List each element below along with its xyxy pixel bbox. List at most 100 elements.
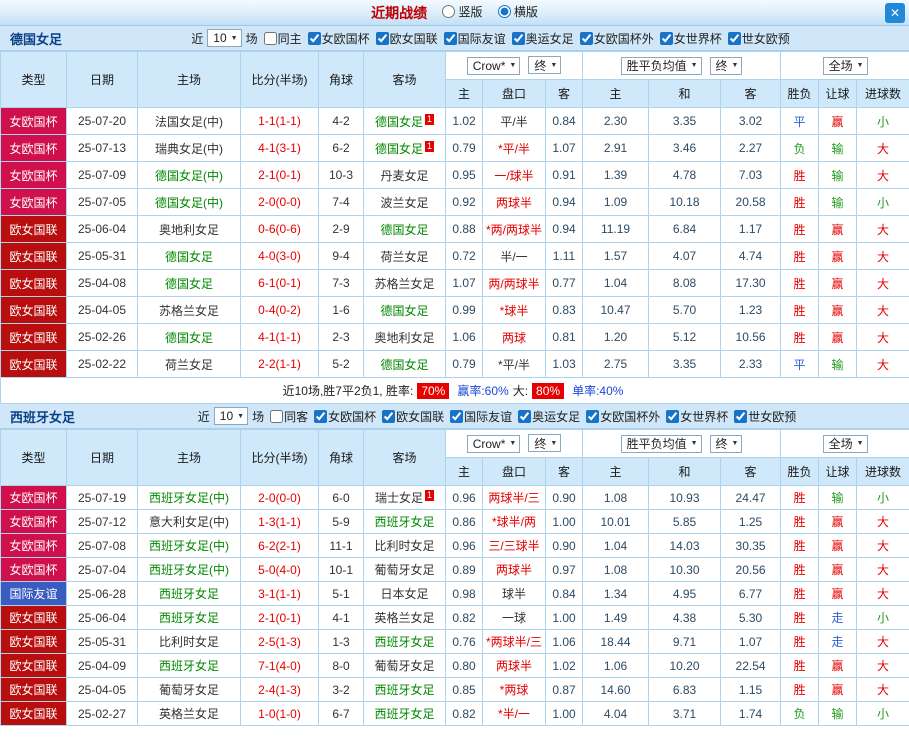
odds-away: 5.30 (720, 605, 782, 630)
away-team: 葡萄牙女足 (363, 653, 446, 678)
odds-home: 1.08 (582, 485, 650, 510)
filter-competition[interactable]: 欧女国联 (370, 30, 438, 47)
filter-same-venue-label: 同主 (277, 31, 302, 46)
result-wdl: 胜 (780, 323, 820, 351)
col-header: 客场 (363, 429, 446, 486)
result-goals: 小 (856, 701, 909, 726)
filter-competition-checkbox[interactable] (586, 409, 600, 423)
filter-competition-checkbox[interactable] (666, 409, 680, 423)
odds-source-select[interactable]: Crow* ▼ (466, 56, 521, 75)
recent-count-select[interactable]: 10 ▼ (207, 29, 242, 47)
odds-draw: 8.08 (648, 269, 722, 297)
ah-final-select[interactable]: 终 ▼ (528, 56, 562, 75)
filter-competition[interactable]: 女世界杯 (654, 30, 722, 47)
odds-away: 4.74 (720, 242, 782, 270)
ah-home-odds: 0.79 (445, 350, 483, 378)
filter-competition-checkbox[interactable] (307, 31, 321, 45)
odds-source-select[interactable]: Crow* ▼ (466, 434, 521, 453)
result-wdl: 负 (780, 134, 820, 162)
filter-competition-checkbox[interactable] (727, 31, 741, 45)
chevron-down-icon: ▼ (731, 62, 739, 69)
filter-same-venue[interactable]: 同主 (258, 30, 302, 47)
avg-odds-select[interactable]: 胜平负均值 ▼ (620, 434, 702, 453)
competition-badge: 女欧国杯 (0, 188, 67, 216)
odds-draw: 5.85 (648, 509, 722, 534)
filter-competition-checkbox[interactable] (314, 409, 328, 423)
filter-competition[interactable]: 国际友谊 (438, 30, 506, 47)
filter-competition[interactable]: 女世界杯 (660, 408, 728, 425)
filter-competition[interactable]: 欧女国联 (376, 408, 444, 425)
ah-home-odds: 1.02 (445, 107, 483, 135)
team-header-bar: 西班牙女足近 10 ▼ 场同客 女欧国杯 欧女国联 国际友谊 奥运女足 女欧国杯外 女世界杯 世女欧… (0, 404, 909, 429)
result-handicap: 输 (818, 188, 858, 216)
away-team-name: 波兰女足 (380, 195, 429, 210)
filter-same-venue-checkbox[interactable] (263, 31, 277, 45)
filter-bar: 近 10 ▼ 场同客 女欧国杯 欧女国联 国际友谊 奥运女足 女欧国杯外 女世界杯 世女欧预 (85, 407, 909, 425)
odds-home: 1.39 (582, 161, 650, 189)
filter-competition[interactable]: 世女欧预 (722, 30, 790, 47)
sub-col-header: 进球数 (856, 457, 909, 486)
sub-col-header: 盘口 (482, 457, 546, 486)
filter-competition-checkbox[interactable] (579, 31, 593, 45)
odds-home: 2.91 (582, 134, 650, 162)
vertical-radio[interactable] (442, 4, 456, 18)
away-team-name: 英格兰女足 (374, 611, 435, 625)
fulltime-select[interactable]: 全场 ▼ (822, 434, 868, 453)
filter-competition[interactable]: 女欧国杯外 (574, 30, 654, 47)
away-team: 葡萄牙女足 (363, 557, 446, 582)
ah-home-odds: 1.06 (445, 323, 483, 351)
close-button[interactable]: ✕ (885, 3, 905, 23)
big-rate-badge: 80% (532, 383, 565, 399)
filter-same-venue-checkbox[interactable] (270, 409, 284, 423)
filter-competition[interactable]: 女欧国杯 (308, 408, 376, 425)
filter-competition-checkbox[interactable] (734, 409, 748, 423)
filter-competition[interactable]: 女欧国杯 (302, 30, 370, 47)
match-date: 25-02-26 (66, 323, 138, 351)
filter-same-venue[interactable]: 同客 (264, 408, 308, 425)
col-header: 日期 (66, 51, 138, 108)
result-goals: 大 (856, 242, 909, 270)
fulltime-select-value: 全场 (828, 59, 853, 73)
match-date: 25-07-05 (66, 188, 138, 216)
filter-competition[interactable]: 奥运女足 (506, 30, 574, 47)
result-goals: 大 (856, 533, 909, 558)
avg-final-select[interactable]: 终 ▼ (709, 56, 743, 75)
filter-competition-checkbox[interactable] (382, 409, 396, 423)
filter-competition[interactable]: 国际友谊 (444, 408, 512, 425)
avg-final-select[interactable]: 终 ▼ (709, 434, 743, 453)
matches-table: 类型 日期 主场 比分(半场) 角球 客场 Crow* ▼ 终 ▼ 胜平负均值 ▼ 终 ▼ 全场 ▼ 主盘口客主… (0, 429, 909, 726)
match-date: 25-07-09 (66, 161, 138, 189)
filter-competition-checkbox[interactable] (518, 409, 532, 423)
result-wdl: 胜 (780, 581, 820, 606)
horizontal-radio[interactable] (497, 4, 511, 18)
competition-badge: 女欧国杯 (0, 509, 67, 534)
result-handicap: 输 (818, 134, 858, 162)
home-team: 西班牙女足 (137, 605, 241, 630)
filter-competition-checkbox[interactable] (450, 409, 464, 423)
filter-competition[interactable]: 世女欧预 (728, 408, 796, 425)
filter-competition[interactable]: 奥运女足 (512, 408, 580, 425)
corners: 7-3 (318, 269, 364, 297)
filter-competition-checkbox[interactable] (375, 31, 389, 45)
recent-count-select[interactable]: 10 ▼ (213, 407, 249, 425)
ah-line: 两球 (482, 323, 546, 351)
ah-final-select[interactable]: 终 ▼ (528, 434, 562, 453)
fulltime-select[interactable]: 全场 ▼ (822, 56, 868, 75)
sub-col-header: 和 (648, 457, 722, 486)
layout-option-horizontal[interactable]: 横版 (497, 3, 538, 20)
layout-option-vertical[interactable]: 竖版 (442, 3, 483, 20)
filter-competition-checkbox[interactable] (659, 31, 673, 45)
sub-col-header: 主 (582, 457, 650, 486)
ah-home-odds: 0.79 (445, 134, 483, 162)
odds-draw: 3.71 (648, 701, 722, 726)
avg-odds-select[interactable]: 胜平负均值 ▼ (620, 56, 702, 75)
result-wdl: 胜 (780, 653, 820, 678)
filter-competition-checkbox[interactable] (511, 31, 525, 45)
sub-col-header: 客 (544, 79, 584, 108)
odds-home: 2.75 (582, 350, 650, 378)
filter-competition[interactable]: 女欧国杯外 (580, 408, 660, 425)
filter-competition-checkbox[interactable] (443, 31, 457, 45)
close-icon: ✕ (889, 6, 901, 20)
odds-home: 1.06 (582, 653, 650, 678)
result-wdl: 胜 (780, 161, 820, 189)
